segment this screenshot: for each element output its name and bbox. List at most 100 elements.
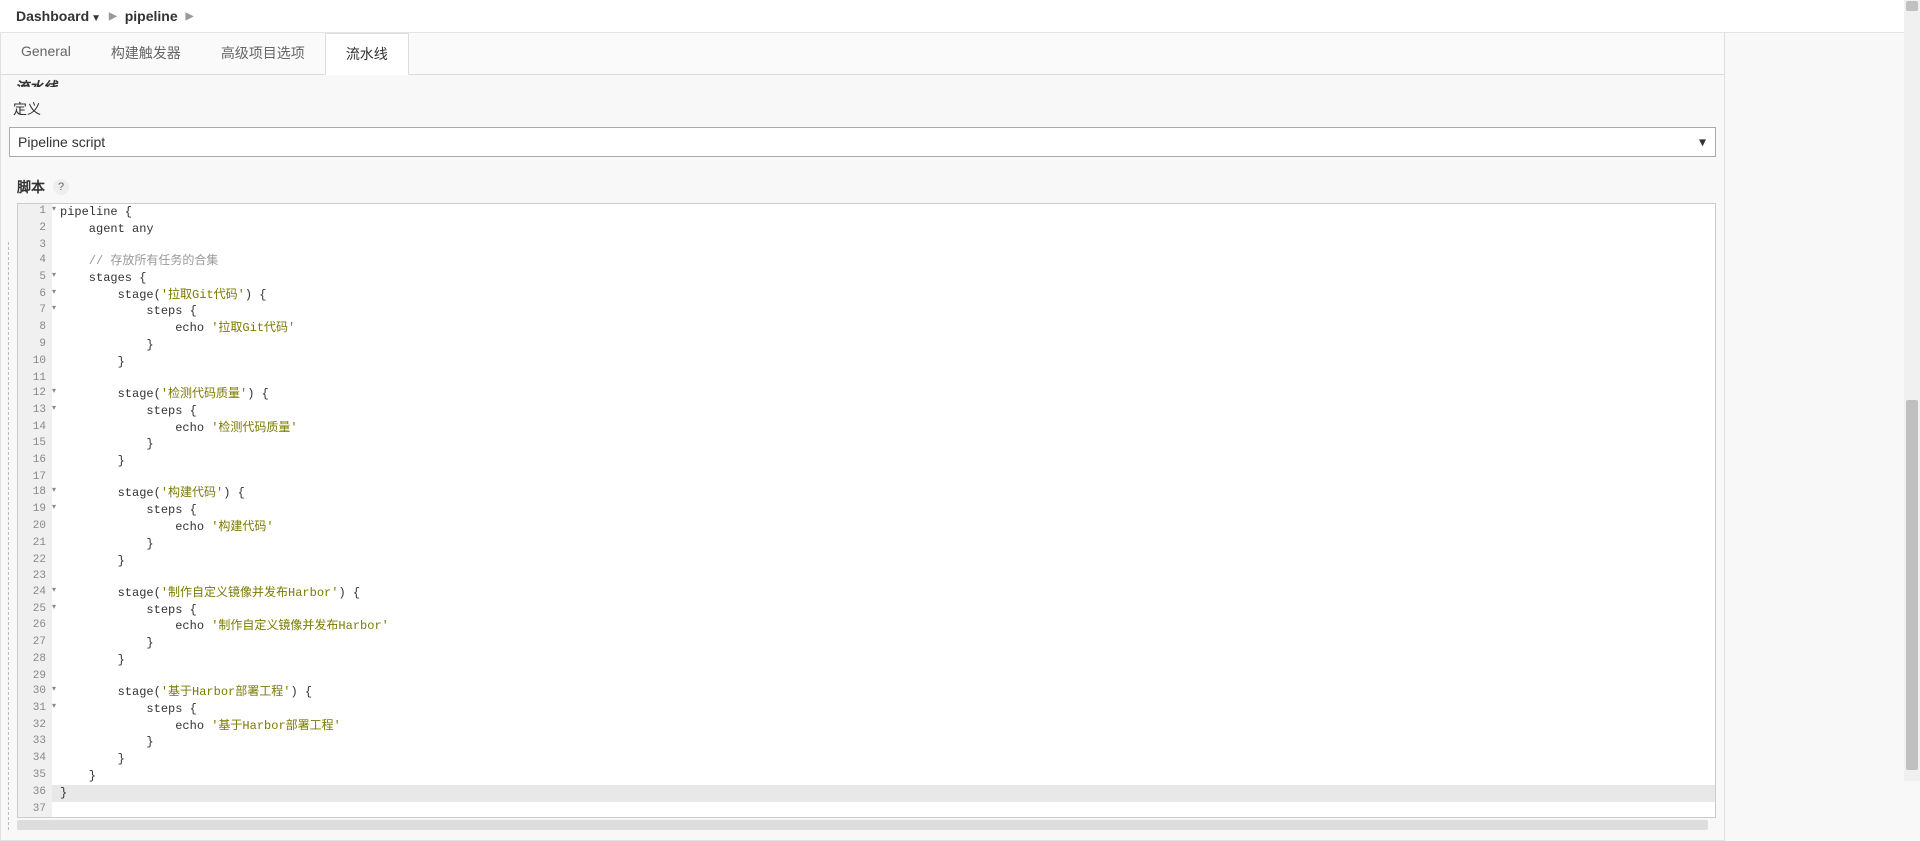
code-line[interactable]: 6 stage('拉取Git代码') {	[18, 287, 1715, 304]
breadcrumb-pipeline[interactable]: pipeline	[125, 8, 178, 24]
tab-pipeline[interactable]: 流水线	[325, 33, 409, 75]
code-editor[interactable]: 1pipeline {2 agent any34 // 存放所有任务的合集5 s…	[17, 203, 1716, 818]
code-text: pipeline {	[52, 204, 1715, 221]
tab-advanced[interactable]: 高级项目选项	[201, 33, 325, 74]
code-text: }	[52, 337, 1715, 354]
breadcrumb-dashboard[interactable]: Dashboard▼	[16, 8, 101, 24]
partial-header: 流水线	[9, 75, 1716, 87]
line-number: 17	[18, 470, 52, 485]
code-line[interactable]: 23	[18, 569, 1715, 584]
page-scrollbar[interactable]	[1904, 0, 1920, 781]
code-text	[52, 371, 1715, 386]
code-text	[52, 470, 1715, 485]
code-line[interactable]: 29	[18, 669, 1715, 684]
code-text: stage('构建代码') {	[52, 485, 1715, 502]
line-number: 25	[18, 602, 52, 619]
line-number: 29	[18, 669, 52, 684]
line-number: 12	[18, 386, 52, 403]
code-text: agent any	[52, 221, 1715, 238]
code-text: stage('检测代码质量') {	[52, 386, 1715, 403]
code-text: }	[52, 553, 1715, 570]
help-icon[interactable]: ?	[53, 179, 69, 195]
code-line[interactable]: 31 steps {	[18, 701, 1715, 718]
code-text: }	[52, 453, 1715, 470]
code-line[interactable]: 4 // 存放所有任务的合集	[18, 253, 1715, 270]
line-number: 31	[18, 701, 52, 718]
code-line[interactable]: 24 stage('制作自定义镜像并发布Harbor') {	[18, 585, 1715, 602]
code-line[interactable]: 3	[18, 238, 1715, 253]
line-number: 36	[18, 785, 52, 802]
line-number: 32	[18, 718, 52, 735]
line-number: 1	[18, 204, 52, 221]
code-line[interactable]: 20 echo '构建代码'	[18, 519, 1715, 536]
code-text: }	[52, 354, 1715, 371]
code-line[interactable]: 18 stage('构建代码') {	[18, 485, 1715, 502]
code-line[interactable]: 37	[18, 802, 1715, 817]
code-text: echo '检测代码质量'	[52, 420, 1715, 437]
code-text: }	[52, 436, 1715, 453]
code-line[interactable]: 22 }	[18, 553, 1715, 570]
tab-general[interactable]: General	[1, 33, 91, 74]
line-number: 5	[18, 270, 52, 287]
line-number: 15	[18, 436, 52, 453]
code-line[interactable]: 2 agent any	[18, 221, 1715, 238]
page-body: General 构建触发器 高级项目选项 流水线 流水线 定义 Pipeline…	[0, 33, 1920, 841]
scroll-up-icon	[1906, 1, 1918, 11]
line-number: 23	[18, 569, 52, 584]
dashed-guide	[8, 242, 9, 830]
code-line[interactable]: 30 stage('基于Harbor部署工程') {	[18, 684, 1715, 701]
line-number: 27	[18, 635, 52, 652]
chevron-right-icon: ▶	[109, 11, 117, 22]
line-number: 24	[18, 585, 52, 602]
code-line[interactable]: 26 echo '制作自定义镜像并发布Harbor'	[18, 618, 1715, 635]
main-content: General 构建触发器 高级项目选项 流水线 流水线 定义 Pipeline…	[0, 33, 1725, 841]
code-line[interactable]: 33 }	[18, 734, 1715, 751]
code-line[interactable]: 35 }	[18, 768, 1715, 785]
code-line[interactable]: 7 steps {	[18, 303, 1715, 320]
code-line[interactable]: 9 }	[18, 337, 1715, 354]
code-text: stage('拉取Git代码') {	[52, 287, 1715, 304]
code-text	[52, 569, 1715, 584]
code-line[interactable]: 13 steps {	[18, 403, 1715, 420]
code-line[interactable]: 16 }	[18, 453, 1715, 470]
line-number: 16	[18, 453, 52, 470]
code-line[interactable]: 36}	[18, 785, 1715, 802]
code-line[interactable]: 11	[18, 371, 1715, 386]
tab-build-triggers[interactable]: 构建触发器	[91, 33, 201, 74]
code-text: echo '构建代码'	[52, 519, 1715, 536]
code-line[interactable]: 28 }	[18, 652, 1715, 669]
code-text	[52, 238, 1715, 253]
code-line[interactable]: 15 }	[18, 436, 1715, 453]
code-text: }	[52, 734, 1715, 751]
code-line[interactable]: 17	[18, 470, 1715, 485]
line-number: 35	[18, 768, 52, 785]
code-text: stage('基于Harbor部署工程') {	[52, 684, 1715, 701]
breadcrumb: Dashboard▼ ▶ pipeline ▶	[16, 8, 193, 24]
code-line[interactable]: 19 steps {	[18, 502, 1715, 519]
code-line[interactable]: 8 echo '拉取Git代码'	[18, 320, 1715, 337]
code-text	[52, 669, 1715, 684]
code-text: steps {	[52, 502, 1715, 519]
code-line[interactable]: 32 echo '基于Harbor部署工程'	[18, 718, 1715, 735]
line-number: 3	[18, 238, 52, 253]
code-line[interactable]: 14 echo '检测代码质量'	[18, 420, 1715, 437]
code-line[interactable]: 21 }	[18, 536, 1715, 553]
definition-select[interactable]: Pipeline script	[9, 127, 1716, 157]
line-number: 8	[18, 320, 52, 337]
code-line[interactable]: 10 }	[18, 354, 1715, 371]
code-text: echo '制作自定义镜像并发布Harbor'	[52, 618, 1715, 635]
code-line[interactable]: 5 stages {	[18, 270, 1715, 287]
code-line[interactable]: 12 stage('检测代码质量') {	[18, 386, 1715, 403]
line-number: 18	[18, 485, 52, 502]
line-number: 10	[18, 354, 52, 371]
line-number: 6	[18, 287, 52, 304]
breadcrumb-dashboard-label: Dashboard	[16, 8, 89, 24]
code-line[interactable]: 1pipeline {	[18, 204, 1715, 221]
code-text: echo '基于Harbor部署工程'	[52, 718, 1715, 735]
code-line[interactable]: 27 }	[18, 635, 1715, 652]
code-line[interactable]: 25 steps {	[18, 602, 1715, 619]
horizontal-scrollbar[interactable]	[17, 820, 1708, 830]
code-line[interactable]: 34 }	[18, 751, 1715, 768]
line-number: 30	[18, 684, 52, 701]
scroll-thumb[interactable]	[1906, 400, 1918, 770]
